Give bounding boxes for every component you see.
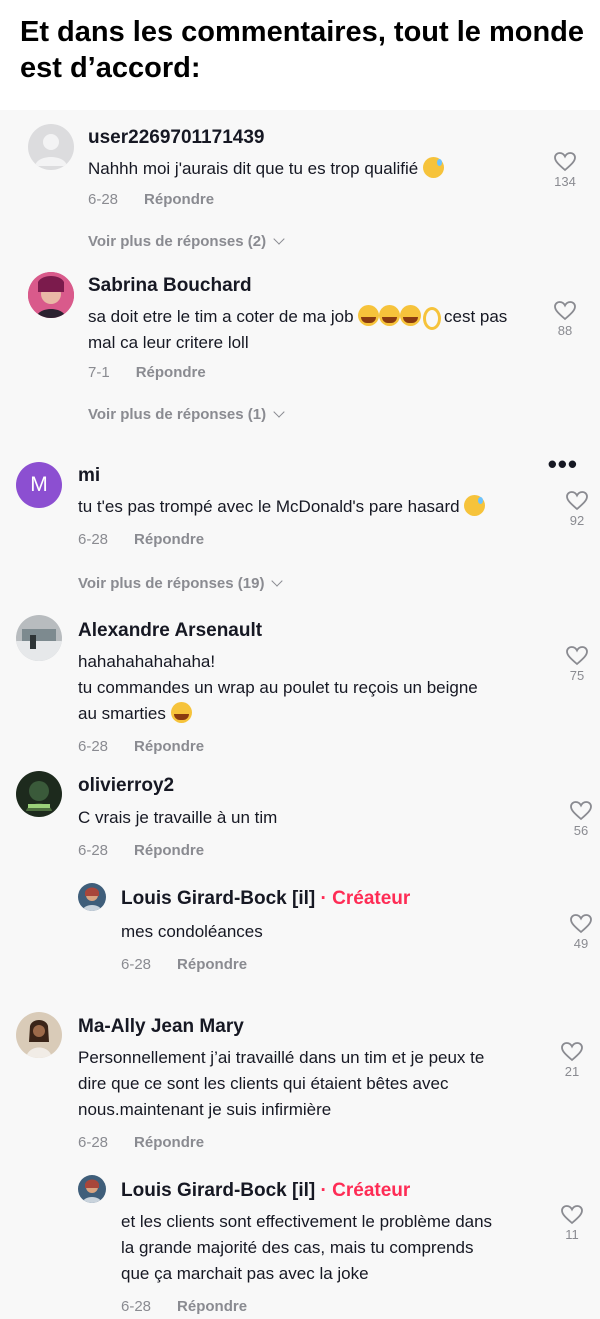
like-button[interactable]: 75 — [557, 646, 597, 683]
comment-date: 6-28 — [88, 191, 119, 208]
heart-icon — [561, 1042, 583, 1062]
like-count: 56 — [573, 823, 589, 838]
comment-meta: 6-28 Répondre — [88, 191, 214, 208]
like-count: 11 — [565, 1227, 579, 1242]
ok-hand-emoji — [421, 305, 442, 330]
view-more-replies[interactable]: Voir plus de réponses (2) — [88, 233, 285, 250]
comment-date: 6-28 — [121, 956, 152, 973]
reply-button[interactable]: Répondre — [134, 842, 204, 859]
comment-text: mes condoléances — [121, 922, 263, 941]
tears-of-joy-emoji — [400, 305, 422, 326]
comment-text: Nahhh moi j'aurais dit que tu es trop qu… — [88, 156, 528, 182]
comment-meta: 6-28 Répondre — [78, 1134, 204, 1151]
avatar[interactable] — [16, 771, 62, 817]
comment-meta: 7-1 Répondre — [88, 364, 206, 381]
comment-username[interactable]: olivierroy2 — [78, 775, 174, 797]
comment-text: tu t'es pas trompé avec le McDonald's pa… — [78, 494, 548, 520]
like-count: 134 — [554, 174, 576, 189]
reply-button[interactable]: Répondre — [177, 956, 247, 973]
reply-button[interactable]: Répondre — [134, 531, 204, 548]
tears-of-joy-emoji — [170, 702, 192, 723]
heart-icon — [561, 1205, 583, 1225]
heart-icon — [570, 801, 592, 821]
comment-meta: 6-28 Répondre — [121, 956, 247, 973]
creator-badge: · Créateur — [315, 888, 411, 909]
reply-button[interactable]: Répondre — [134, 1134, 204, 1151]
avatar[interactable] — [78, 883, 106, 911]
reply-button[interactable]: Répondre — [144, 191, 214, 208]
avatar[interactable] — [16, 1012, 62, 1058]
like-button[interactable]: 21 — [552, 1042, 592, 1079]
comment-text: hahahahahahaha! tu commandes un wrap au … — [78, 652, 478, 723]
like-count: 88 — [557, 323, 573, 338]
sweat-smile-emoji — [422, 157, 444, 178]
chevron-down-icon — [273, 406, 285, 418]
like-count: 49 — [573, 936, 589, 951]
comment-username[interactable]: Alexandre Arsenault — [78, 620, 262, 642]
like-count: 75 — [569, 668, 585, 683]
reply-button[interactable]: Répondre — [177, 1298, 247, 1315]
like-button[interactable]: 92 — [557, 491, 597, 528]
page-title: Et dans les commentaires, tout le monde … — [20, 16, 585, 84]
comment-meta: 6-28 Répondre — [78, 738, 204, 755]
comment-date: 7-1 — [88, 364, 110, 381]
view-more-replies[interactable]: Voir plus de réponses (19) — [78, 575, 284, 592]
comment-date: 6-28 — [78, 738, 109, 755]
comment-meta: 6-28 Répondre — [121, 1298, 247, 1315]
heart-icon — [554, 152, 576, 172]
reply-button[interactable]: Répondre — [134, 738, 204, 755]
comment-username[interactable]: Louis Girard-Bock [il] · Créateur — [121, 888, 410, 910]
avatar[interactable] — [16, 615, 62, 661]
comment-date: 6-28 — [121, 1298, 152, 1315]
comment-username[interactable]: Ma-Ally Jean Mary — [78, 1016, 244, 1038]
avatar[interactable] — [28, 124, 74, 170]
like-count: 21 — [564, 1064, 580, 1079]
heart-icon — [566, 646, 588, 666]
comment-text: C vrais je travaille à un tim — [78, 808, 278, 827]
comment-text: sa doit etre le tim a coter de ma job ce… — [88, 305, 508, 352]
comment-date: 6-28 — [78, 531, 109, 548]
like-button[interactable]: 11 — [552, 1205, 592, 1242]
heart-icon — [566, 491, 588, 511]
avatar-letter: M — [30, 473, 48, 496]
avatar[interactable]: M — [16, 462, 62, 508]
heart-icon — [570, 914, 592, 934]
heart-icon — [554, 301, 576, 321]
like-button[interactable]: 56 — [561, 801, 600, 838]
sweat-smile-emoji — [464, 495, 486, 516]
comment-username[interactable]: mi — [78, 465, 100, 487]
tears-of-joy-emoji — [358, 305, 380, 326]
comment-meta: 6-28 Répondre — [78, 842, 204, 859]
comment-text: Personnellement j’ai travaillé dans un t… — [78, 1048, 485, 1119]
reply-button[interactable]: Répondre — [136, 364, 206, 381]
chevron-down-icon — [273, 233, 285, 245]
comment-username[interactable]: user2269701171439 — [88, 127, 264, 149]
creator-badge: · Créateur — [315, 1180, 411, 1201]
comment-date: 6-28 — [78, 842, 109, 859]
comment-text: et les clients sont effectivement le pro… — [121, 1212, 493, 1283]
avatar[interactable] — [78, 1175, 106, 1203]
like-button[interactable]: 88 — [545, 301, 585, 338]
view-more-replies[interactable]: Voir plus de réponses (1) — [88, 406, 285, 423]
chevron-down-icon — [271, 575, 284, 587]
comment-username[interactable]: Sabrina Bouchard — [88, 275, 252, 297]
comment-meta: 6-28 Répondre — [78, 531, 204, 548]
like-button[interactable]: 134 — [545, 152, 585, 189]
tears-of-joy-emoji — [379, 305, 401, 326]
like-button[interactable]: 49 — [561, 914, 600, 951]
header: Et dans les commentaires, tout le monde … — [0, 0, 600, 110]
comment-username[interactable]: Louis Girard-Bock [il] · Créateur — [121, 1180, 410, 1202]
more-options-icon[interactable]: ••• — [548, 451, 578, 477]
like-count: 92 — [569, 513, 585, 528]
comment-date: 6-28 — [78, 1134, 109, 1151]
avatar[interactable] — [28, 272, 74, 318]
